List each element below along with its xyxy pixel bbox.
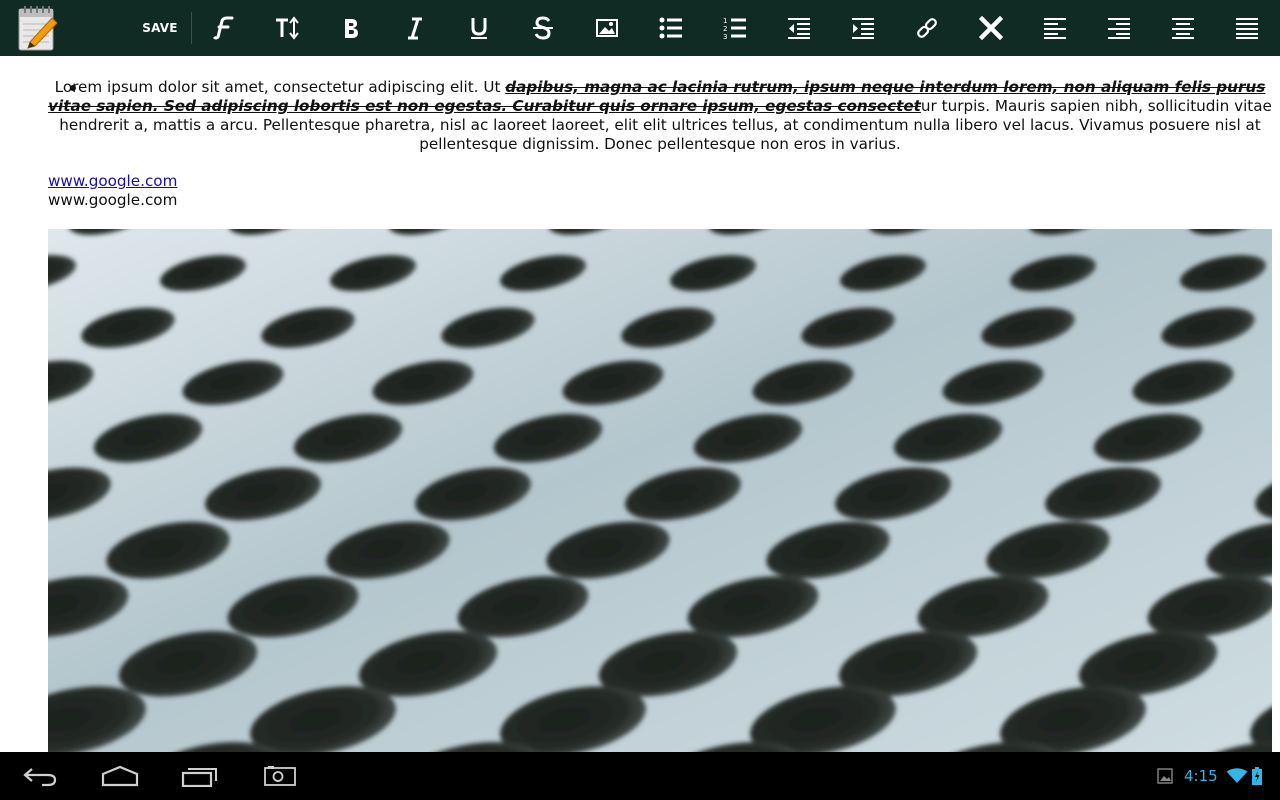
- numbered-list-icon[interactable]: 123: [711, 0, 759, 56]
- screenshot-icon[interactable]: [248, 752, 312, 800]
- bold-icon[interactable]: [327, 0, 375, 56]
- svg-text:2: 2: [723, 25, 727, 33]
- insert-image-icon[interactable]: [583, 0, 631, 56]
- italic-icon[interactable]: [391, 0, 439, 56]
- editor-content[interactable]: Lorem ipsum dolor sit amet, consectetur …: [0, 56, 1280, 752]
- indent-icon[interactable]: [839, 0, 887, 56]
- remove-format-icon[interactable]: [967, 0, 1015, 56]
- bulleted-list: Lorem ipsum dolor sit amet, consectetur …: [48, 78, 1272, 154]
- status-clock: 4:15: [1184, 767, 1218, 785]
- save-button[interactable]: SAVE: [140, 0, 180, 56]
- underline-icon[interactable]: [455, 0, 503, 56]
- editor-toolbar: SAVE 123: [0, 0, 1280, 56]
- svg-text:3: 3: [723, 33, 727, 40]
- hyperlink[interactable]: www.google.com: [48, 172, 177, 191]
- align-left-icon[interactable]: [1031, 0, 1079, 56]
- back-icon[interactable]: [8, 752, 72, 800]
- svg-text:1: 1: [723, 17, 727, 25]
- app-notepad-icon[interactable]: [16, 4, 60, 52]
- bullet-icon: [70, 85, 76, 91]
- outdent-icon[interactable]: [775, 0, 823, 56]
- text-size-icon[interactable]: [263, 0, 311, 56]
- system-navigation-bar: 4:15: [0, 752, 1280, 800]
- align-center-icon[interactable]: [1159, 0, 1207, 56]
- recent-apps-icon[interactable]: [168, 752, 232, 800]
- font-family-icon[interactable]: [199, 0, 247, 56]
- align-right-icon[interactable]: [1095, 0, 1143, 56]
- home-icon[interactable]: [88, 752, 152, 800]
- justify-icon[interactable]: [1223, 0, 1271, 56]
- plain-url-text: www.google.com: [48, 191, 178, 209]
- strikethrough-icon[interactable]: [519, 0, 567, 56]
- battery-icon: [1252, 752, 1262, 800]
- inserted-image[interactable]: [48, 229, 1272, 752]
- toolbar-divider: [191, 12, 192, 44]
- list-item[interactable]: Lorem ipsum dolor sit amet, consectetur …: [48, 78, 1272, 154]
- bulleted-list-icon[interactable]: [647, 0, 695, 56]
- link-icon[interactable]: [903, 0, 951, 56]
- wifi-icon: [1226, 752, 1248, 800]
- gallery-notification-icon: [1157, 752, 1173, 800]
- paragraph-text-start: Lorem ipsum dolor sit amet, consectetur …: [54, 78, 506, 96]
